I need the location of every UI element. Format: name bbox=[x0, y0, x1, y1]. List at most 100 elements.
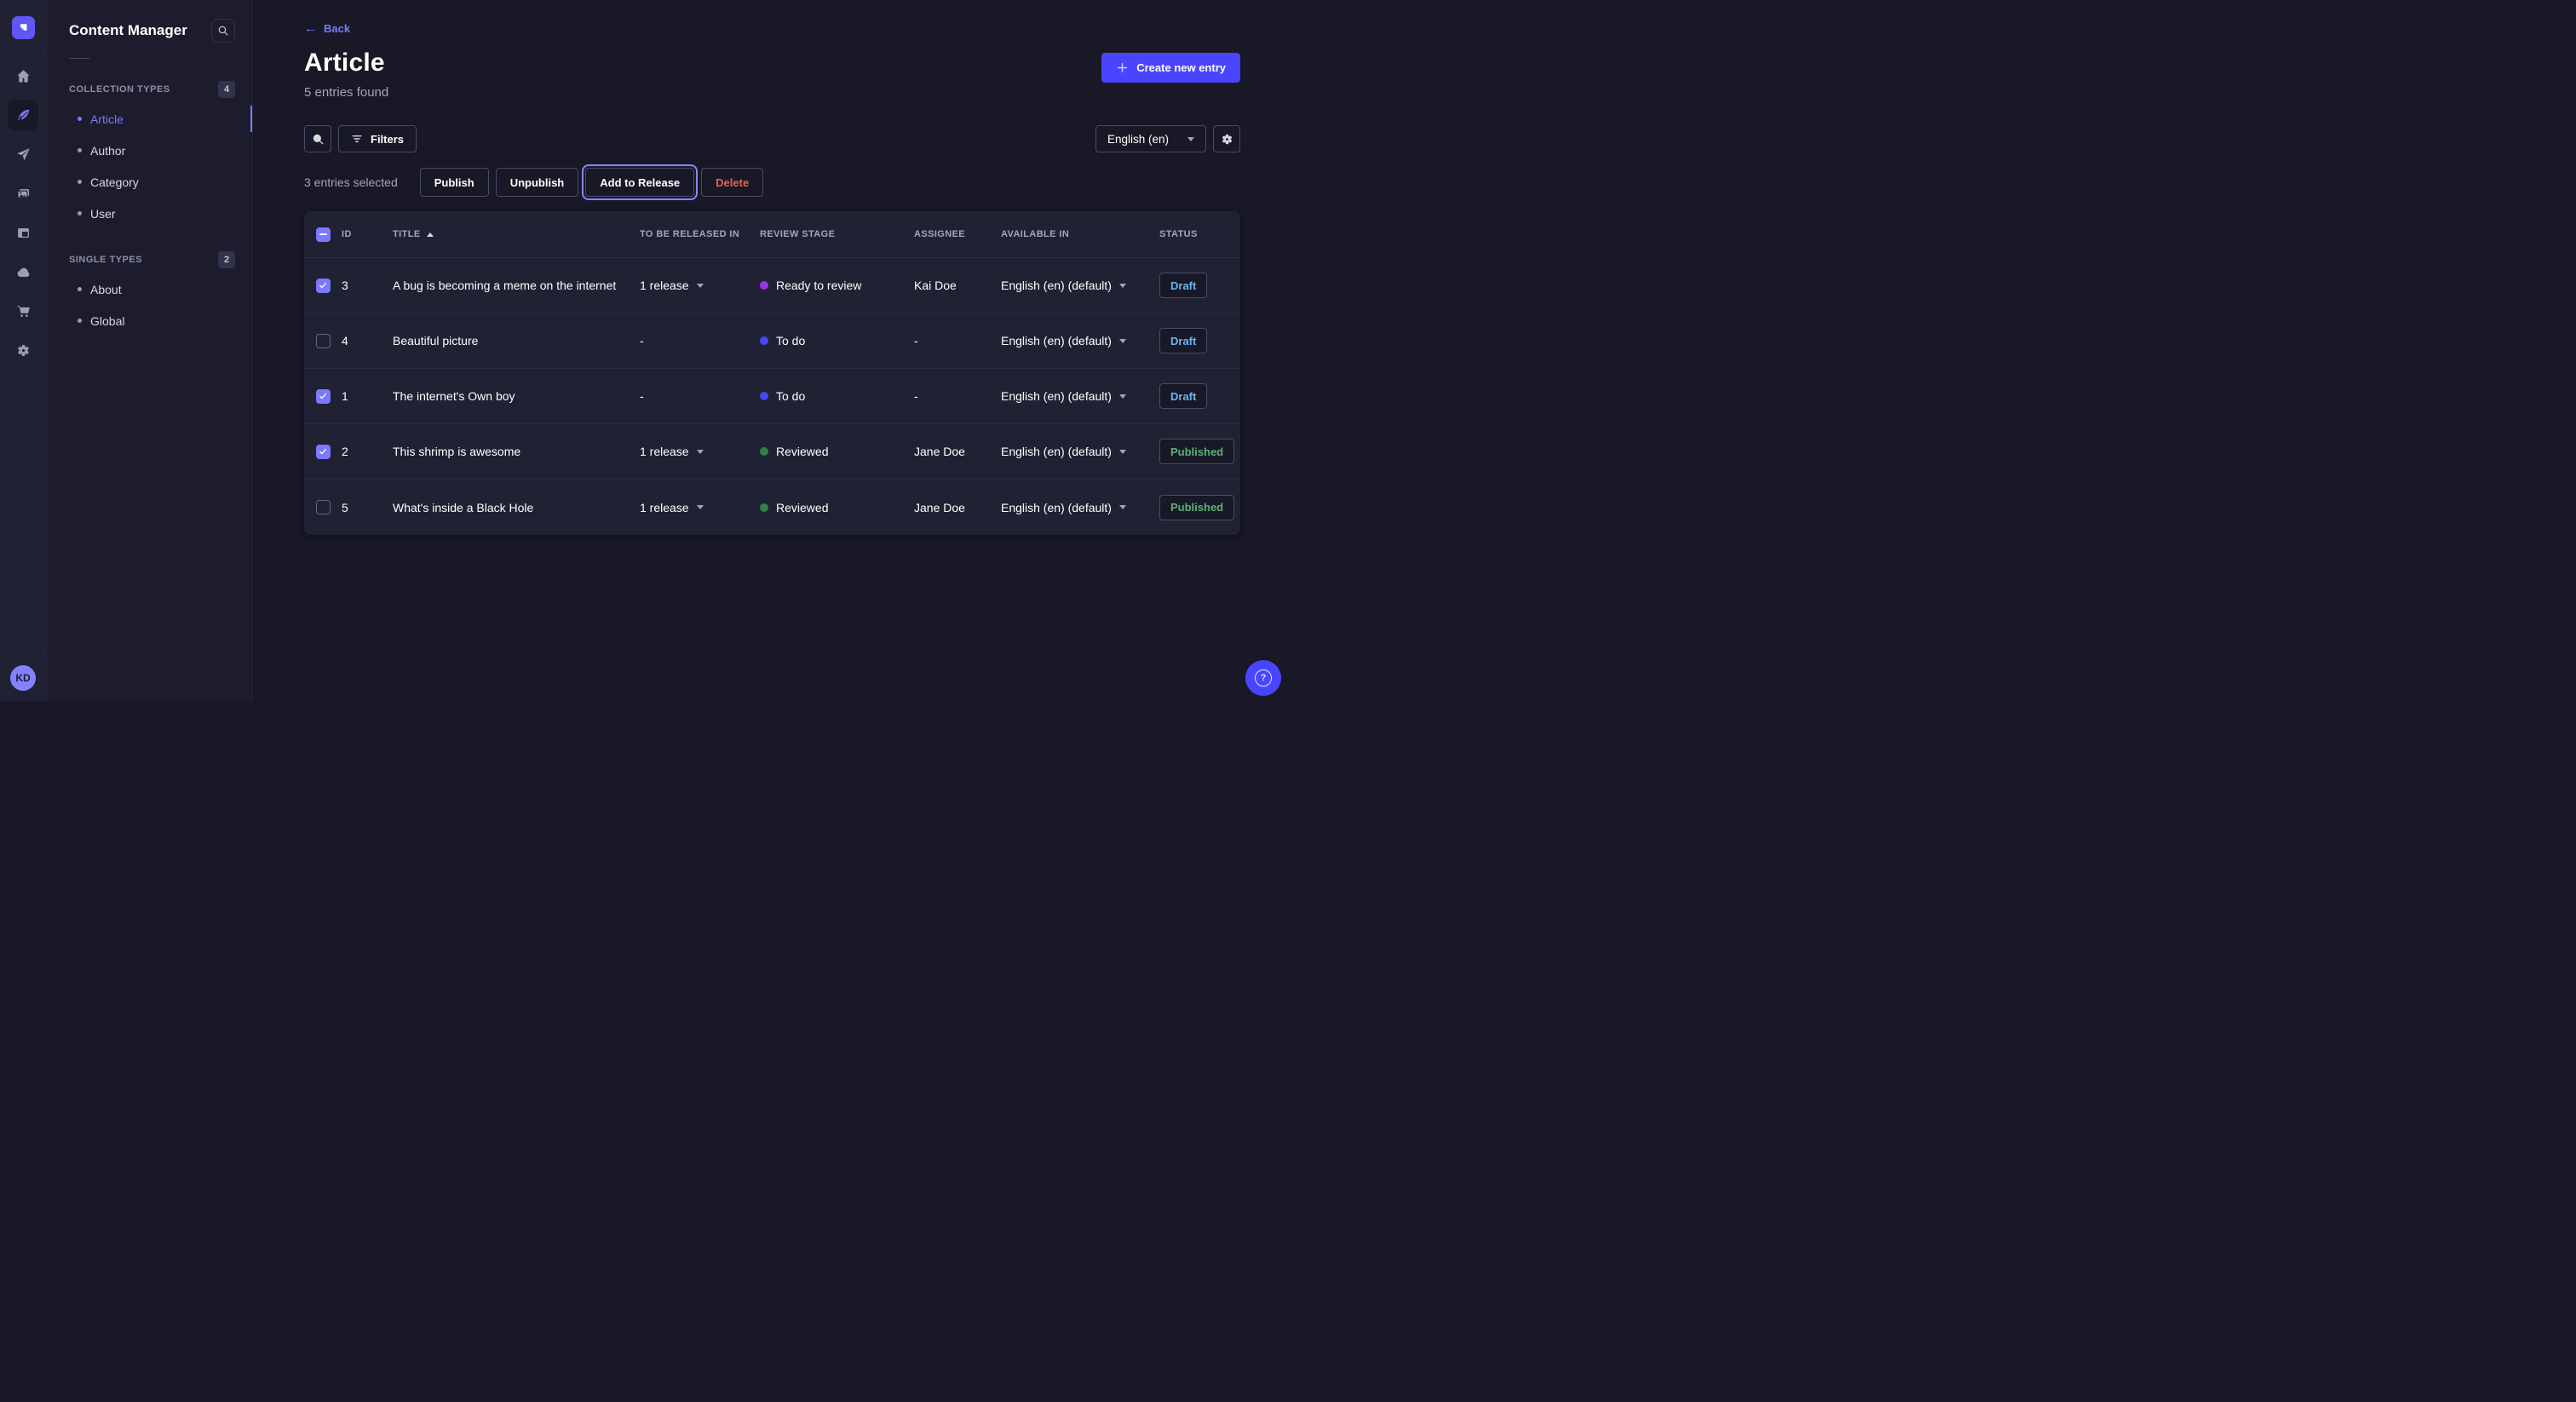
locale-dropdown[interactable]: English (en) (default) bbox=[1001, 445, 1159, 458]
locale-dropdown[interactable]: English (en) (default) bbox=[1001, 501, 1159, 514]
cell-review-stage: To do bbox=[760, 389, 914, 403]
bullet-icon bbox=[78, 180, 82, 184]
add-to-release-button[interactable]: Add to Release bbox=[585, 168, 694, 197]
back-button[interactable]: ← Back bbox=[304, 22, 350, 35]
locale-dropdown[interactable]: English (en) (default) bbox=[1001, 279, 1159, 292]
column-header-status[interactable]: STATUS bbox=[1159, 229, 1240, 239]
cell-review-stage: Reviewed bbox=[760, 501, 914, 514]
select-all-checkbox[interactable] bbox=[316, 227, 331, 242]
unpublish-button[interactable]: Unpublish bbox=[496, 168, 579, 197]
cell-title: A bug is becoming a meme on the internet bbox=[393, 279, 640, 292]
sidebar-item-about[interactable]: About bbox=[47, 273, 252, 305]
section-count-badge: 4 bbox=[218, 81, 235, 98]
column-header-available-in[interactable]: AVAILABLE IN bbox=[1001, 229, 1159, 239]
table-row[interactable]: 2This shrimp is awesome1 releaseReviewed… bbox=[304, 424, 1240, 480]
sidebar-item-category[interactable]: Category bbox=[47, 166, 252, 198]
sidebar-item-article[interactable]: Article bbox=[47, 103, 252, 135]
column-header-id[interactable]: ID bbox=[342, 229, 393, 239]
feather-icon[interactable] bbox=[8, 100, 38, 130]
cell-status: Published bbox=[1159, 439, 1240, 464]
layout-icon[interactable] bbox=[8, 217, 38, 248]
cell-review-stage: Reviewed bbox=[760, 445, 914, 458]
publish-button[interactable]: Publish bbox=[420, 168, 489, 197]
paper-plane-icon[interactable] bbox=[8, 139, 38, 170]
release-dropdown[interactable]: 1 release bbox=[640, 501, 760, 514]
locale-dropdown[interactable]: English (en) (default) bbox=[1001, 389, 1159, 403]
sidebar-item-label: Article bbox=[90, 112, 124, 126]
rail-avatar-area: KD bbox=[0, 653, 46, 701]
table-row[interactable]: 5What's inside a Black Hole1 releaseRevi… bbox=[304, 480, 1240, 535]
column-header-title[interactable]: TITLE bbox=[393, 229, 640, 239]
table-row[interactable]: 4Beautiful picture-To do-English (en) (d… bbox=[304, 313, 1240, 369]
chevron-down-icon bbox=[697, 284, 704, 288]
gear-icon[interactable] bbox=[1213, 125, 1240, 152]
column-header-to-be-released-in[interactable]: TO BE RELEASED IN bbox=[640, 229, 760, 239]
plus-icon bbox=[1116, 61, 1129, 74]
locale-dropdown[interactable]: English (en) (default) bbox=[1001, 334, 1159, 348]
row-checkbox[interactable] bbox=[316, 334, 331, 348]
stage-dot bbox=[760, 336, 768, 345]
create-new-entry-button[interactable]: Create new entry bbox=[1101, 53, 1240, 83]
stage-dot bbox=[760, 503, 768, 512]
chevron-down-icon bbox=[1119, 450, 1126, 454]
release-dropdown[interactable]: 1 release bbox=[640, 279, 760, 292]
filters-button[interactable]: Filters bbox=[338, 125, 417, 152]
sidebar-item-label: Category bbox=[90, 175, 139, 189]
strapi-logo-icon[interactable] bbox=[12, 16, 35, 39]
bullet-icon bbox=[78, 211, 82, 215]
media-images-icon[interactable] bbox=[8, 178, 38, 209]
row-checkbox[interactable] bbox=[316, 445, 331, 459]
sort-ascending-icon bbox=[427, 233, 434, 237]
bullet-icon bbox=[78, 319, 82, 323]
subnav-sections: COLLECTION TYPES4 Article Author Category Us… bbox=[47, 81, 252, 336]
stage-dot bbox=[760, 281, 768, 290]
column-header-assignee[interactable]: ASSIGNEE bbox=[914, 229, 1001, 239]
sidebar-item-user[interactable]: User bbox=[47, 198, 252, 229]
content-manager-subnav: Content Manager COLLECTION TYPES4 Article… bbox=[47, 0, 253, 701]
chevron-down-icon bbox=[697, 450, 704, 454]
sidebar-item-global[interactable]: Global bbox=[47, 305, 252, 336]
delete-button[interactable]: Delete bbox=[701, 168, 763, 197]
cell-release: - bbox=[640, 334, 760, 348]
sidebar-item-label: User bbox=[90, 207, 116, 221]
subnav-title: Content Manager bbox=[69, 22, 187, 39]
cell-release: - bbox=[640, 389, 760, 403]
avatar[interactable]: KD bbox=[10, 665, 36, 691]
table-row[interactable]: 1The internet's Own boy-To do-English (e… bbox=[304, 369, 1240, 424]
cell-id: 1 bbox=[342, 389, 393, 403]
cell-id: 2 bbox=[342, 445, 393, 458]
chevron-down-icon bbox=[1119, 505, 1126, 509]
nav-rail: KD bbox=[0, 0, 47, 701]
help-button[interactable]: ? bbox=[1245, 660, 1281, 696]
status-badge: Published bbox=[1159, 439, 1234, 464]
section-label: SINGLE TYPES bbox=[69, 255, 142, 265]
section-header: SINGLE TYPES 2 bbox=[47, 251, 252, 268]
section-header: COLLECTION TYPES4 bbox=[47, 81, 252, 98]
sidebar-item-author[interactable]: Author bbox=[47, 135, 252, 166]
cell-title: Beautiful picture bbox=[393, 334, 640, 348]
cart-icon[interactable] bbox=[8, 296, 38, 326]
row-checkbox[interactable] bbox=[316, 389, 331, 404]
cell-review-stage: To do bbox=[760, 334, 914, 348]
cloud-icon[interactable] bbox=[8, 256, 38, 287]
locale-dropdown[interactable]: English (en) bbox=[1095, 125, 1206, 152]
status-badge: Published bbox=[1159, 495, 1234, 520]
cell-assignee: - bbox=[914, 334, 1001, 348]
search-icon[interactable] bbox=[211, 19, 235, 43]
sidebar-item-label: About bbox=[90, 283, 122, 296]
section-count-badge: 2 bbox=[218, 251, 235, 268]
back-link[interactable]: Back bbox=[324, 22, 350, 35]
release-dropdown[interactable]: 1 release bbox=[640, 445, 760, 458]
row-checkbox[interactable] bbox=[316, 500, 331, 514]
row-checkbox[interactable] bbox=[316, 279, 331, 293]
column-header-review-stage[interactable]: REVIEW STAGE bbox=[760, 229, 914, 239]
search-icon[interactable] bbox=[304, 125, 331, 152]
table-row[interactable]: 3A bug is becoming a meme on the interne… bbox=[304, 258, 1240, 313]
sidebar-item-label: Author bbox=[90, 144, 125, 158]
stage-dot bbox=[760, 392, 768, 400]
bullet-icon bbox=[78, 117, 82, 121]
cell-id: 3 bbox=[342, 279, 393, 292]
cell-assignee: Jane Doe bbox=[914, 501, 1001, 514]
gear-icon[interactable] bbox=[8, 335, 38, 365]
home-icon[interactable] bbox=[8, 60, 38, 91]
